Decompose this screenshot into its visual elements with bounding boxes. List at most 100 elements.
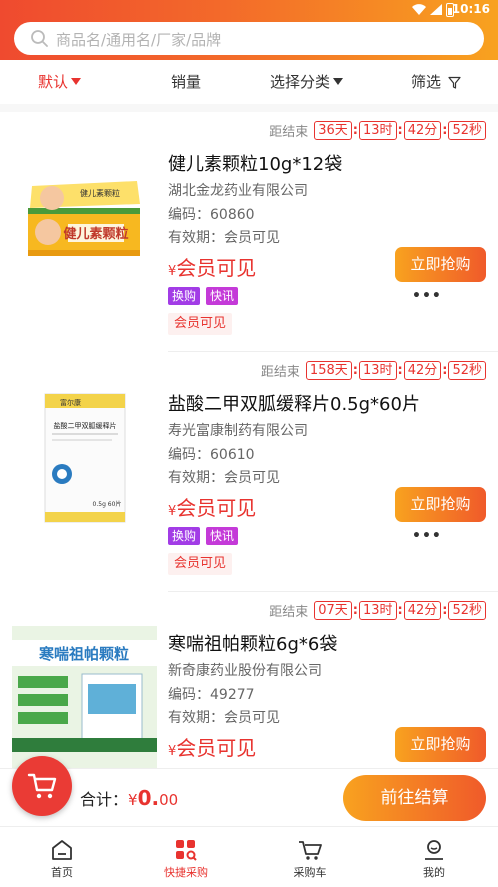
countdown: 距结束 36天: 13时: 42分: 52秒 — [269, 120, 486, 140]
cart-icon — [299, 841, 322, 860]
tag-exchange: 换购 — [168, 287, 201, 305]
countdown-hours: 13时 — [358, 360, 397, 380]
product-expiry: 有效期：会员可见 — [168, 710, 280, 726]
countdown-days: 158天 — [305, 360, 352, 380]
tag-list: 换购 快讯 — [168, 527, 239, 545]
countdown-minutes: 42分 — [403, 120, 442, 140]
tab-quick-purchase[interactable]: 快捷采购 — [124, 827, 248, 887]
product-maker: 新奇康药业股份有限公司 — [168, 663, 322, 679]
product-maker: 寿光富康制药有限公司 — [168, 423, 308, 439]
tab-quick-purchase-label: 快捷采购 — [164, 866, 208, 879]
product-expiry: 有效期：会员可见 — [168, 230, 280, 246]
countdown-hours: 13时 — [358, 120, 397, 140]
tab-default-label: 默认 — [38, 73, 69, 91]
tab-category-label: 选择分类 — [270, 73, 331, 91]
tab-category[interactable]: 选择分类 — [270, 72, 344, 92]
box-title-text: 寒喘祖帕颗粒 — [39, 645, 129, 663]
tag-news: 快讯 — [206, 287, 239, 305]
tab-mine[interactable]: 我的 — [372, 827, 496, 887]
countdown: 距结束 158天: 13时: 42分: 52秒 — [261, 360, 486, 380]
countdown-seconds: 52秒 — [448, 120, 486, 140]
tag-news: 快讯 — [206, 527, 239, 545]
cart-total: 合计：¥0.00 — [80, 786, 178, 810]
countdown-seconds: 52秒 — [448, 600, 486, 620]
total-label: 合计： — [80, 790, 129, 809]
product-code: 编码：60610 — [168, 447, 255, 463]
header: 10:16 商品名/通用名/厂家/品牌 — [0, 0, 498, 60]
search-placeholder: 商品名/通用名/厂家/品牌 — [56, 31, 222, 49]
quick-purchase-icon — [176, 840, 197, 861]
more-icon[interactable]: ••• — [412, 528, 442, 544]
status-time: 10:16 — [451, 2, 490, 16]
cart-button[interactable] — [12, 756, 72, 816]
box-spec-text: 0.5g 60片 — [93, 500, 122, 508]
member-visible-badge: 会员可见 — [168, 553, 233, 575]
countdown-label: 距结束 — [269, 124, 309, 140]
tag-exchange: 换购 — [168, 527, 201, 545]
caret-down-icon — [71, 78, 82, 85]
tab-sales-label: 销量 — [171, 73, 202, 91]
product-card: 距结束 158天: 13时: 42分: 52秒 富尔康 盐酸二甲双胍缓释片 0.… — [0, 352, 498, 592]
price-value: 会员可见 — [176, 256, 257, 280]
product-card: 距结束 36天: 13时: 42分: 52秒 健儿素颗粒 健儿素颗粒 健儿素颗粒… — [0, 112, 498, 352]
countdown-label: 距结束 — [269, 604, 309, 620]
product-code: 编码：49277 — [168, 687, 255, 703]
total-decimals: 00 — [159, 791, 179, 809]
tab-sales[interactable]: 销量 — [171, 72, 201, 92]
tab-purchase-cart-label: 采购车 — [293, 866, 327, 879]
tab-filter-label: 筛选 — [411, 73, 442, 91]
tab-default[interactable]: 默认 — [38, 72, 82, 92]
price-value: 会员可见 — [176, 736, 257, 760]
tab-home-label: 首页 — [51, 866, 73, 879]
product-image[interactable]: 富尔康 盐酸二甲双胍缓释片 0.5g 60片 — [12, 386, 157, 531]
buy-now-button[interactable]: 立即抢购 — [395, 487, 486, 522]
product-image[interactable]: 寒喘祖帕颗粒 — [12, 626, 157, 771]
box-small-text: 健儿素颗粒 — [80, 188, 120, 198]
total-currency: ¥ — [128, 791, 138, 809]
product-code: 编码：60860 — [168, 207, 255, 223]
buy-now-button[interactable]: 立即抢购 — [395, 247, 486, 282]
tab-home[interactable]: 首页 — [0, 827, 124, 887]
tab-filter[interactable]: 筛选 — [411, 72, 461, 92]
signal-icon — [430, 4, 442, 15]
box-title-text: 健儿素颗粒 — [63, 226, 128, 242]
countdown-minutes: 42分 — [403, 600, 442, 620]
countdown-days: 07天 — [314, 600, 352, 620]
countdown-days: 36天 — [314, 120, 352, 140]
status-bar: 10:16 — [0, 0, 498, 20]
product-price: ¥会员可见 — [168, 492, 256, 521]
caret-down-icon — [333, 78, 344, 85]
divider — [0, 104, 498, 112]
cart-icon — [27, 773, 57, 799]
search-box[interactable]: 商品名/通用名/厂家/品牌 — [14, 22, 484, 55]
filter-icon — [448, 76, 461, 89]
tab-mine-label: 我的 — [423, 866, 445, 879]
search-icon — [31, 30, 48, 47]
product-maker: 湖北金龙药业有限公司 — [168, 183, 308, 199]
tab-purchase-cart[interactable]: 采购车 — [248, 827, 372, 887]
checkout-bar: 前往结算 — [0, 768, 498, 826]
countdown-hours: 13时 — [358, 600, 397, 620]
product-name[interactable]: 寒喘祖帕颗粒6g*6袋 — [168, 630, 337, 656]
product-price: ¥会员可见 — [168, 252, 256, 281]
bottom-tab-bar: 首页 快捷采购 采购车 我的 — [0, 826, 498, 887]
checkout-button[interactable]: 前往结算 — [343, 775, 486, 821]
countdown: 距结束 07天: 13时: 42分: 52秒 — [269, 600, 486, 620]
total-amount: 0. — [137, 786, 160, 810]
more-icon[interactable]: ••• — [412, 288, 442, 304]
countdown-label: 距结束 — [260, 364, 300, 380]
box-title-text: 盐酸二甲双胍缓释片 — [54, 421, 117, 430]
product-price: ¥会员可见 — [168, 732, 256, 761]
tag-list: 换购 快讯 — [168, 287, 239, 305]
wifi-icon — [412, 4, 426, 15]
product-name[interactable]: 健儿素颗粒10g*12袋 — [168, 150, 342, 176]
filter-tabs: 默认 销量 选择分类 筛选 — [0, 60, 498, 104]
countdown-seconds: 52秒 — [448, 360, 486, 380]
product-name[interactable]: 盐酸二甲双胍缓释片0.5g*60片 — [168, 390, 420, 416]
product-image[interactable]: 健儿素颗粒 健儿素颗粒 — [12, 146, 157, 291]
countdown-minutes: 42分 — [403, 360, 442, 380]
home-icon — [52, 840, 72, 860]
box-brand-text: 富尔康 — [60, 398, 81, 407]
user-icon — [425, 840, 443, 860]
buy-now-button[interactable]: 立即抢购 — [395, 727, 486, 762]
